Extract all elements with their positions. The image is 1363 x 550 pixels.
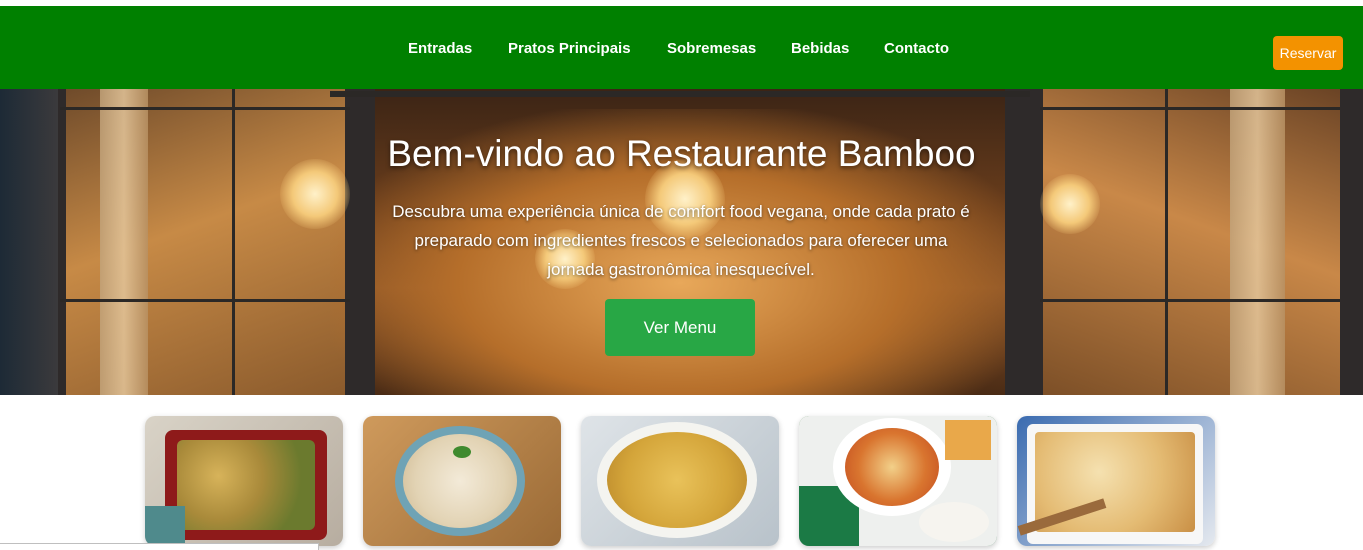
dish-napkin [145,506,185,546]
dish-card[interactable] [145,416,343,546]
view-menu-button[interactable]: Ver Menu [605,299,755,356]
nav-link-contacto[interactable]: Contacto [884,40,949,57]
hero-bg-lamp [1040,174,1100,234]
hero-title: Bem-vindo ao Restaurante Bamboo [387,133,976,174]
hero-bg-frame [330,91,1030,97]
dish-food [607,432,747,528]
dish-card[interactable] [1017,416,1215,546]
herb-garnish [453,446,471,458]
hero-bg-frame [1040,107,1340,110]
nav-link-entradas[interactable]: Entradas [408,40,472,57]
hero-bg-frame [60,299,350,302]
hero-description: Descubra uma experiência única de comfor… [392,202,970,279]
dish-card[interactable] [581,416,779,546]
reserve-button[interactable]: Reservar [1273,36,1343,70]
navbar: Entradas Pratos Principais Sobremesas Be… [0,6,1363,89]
dish-food [177,440,315,530]
dish-card[interactable] [799,416,997,546]
hero-banner: Bem-vindo ao Restaurante Bamboo Descubra… [0,89,1363,395]
hero-bg-frame [60,107,350,110]
hero-bg-frame [1040,299,1340,302]
side-bowl [919,502,989,542]
fries [945,420,991,460]
nav-link-sobremesas[interactable]: Sobremesas [667,40,756,57]
dish-card[interactable] [363,416,561,546]
nav-links: Entradas Pratos Principais Sobremesas Be… [0,6,1363,89]
nav-link-bebidas[interactable]: Bebidas [791,40,849,57]
nav-link-pratos-principais[interactable]: Pratos Principais [508,40,631,57]
dish-food [845,428,939,506]
